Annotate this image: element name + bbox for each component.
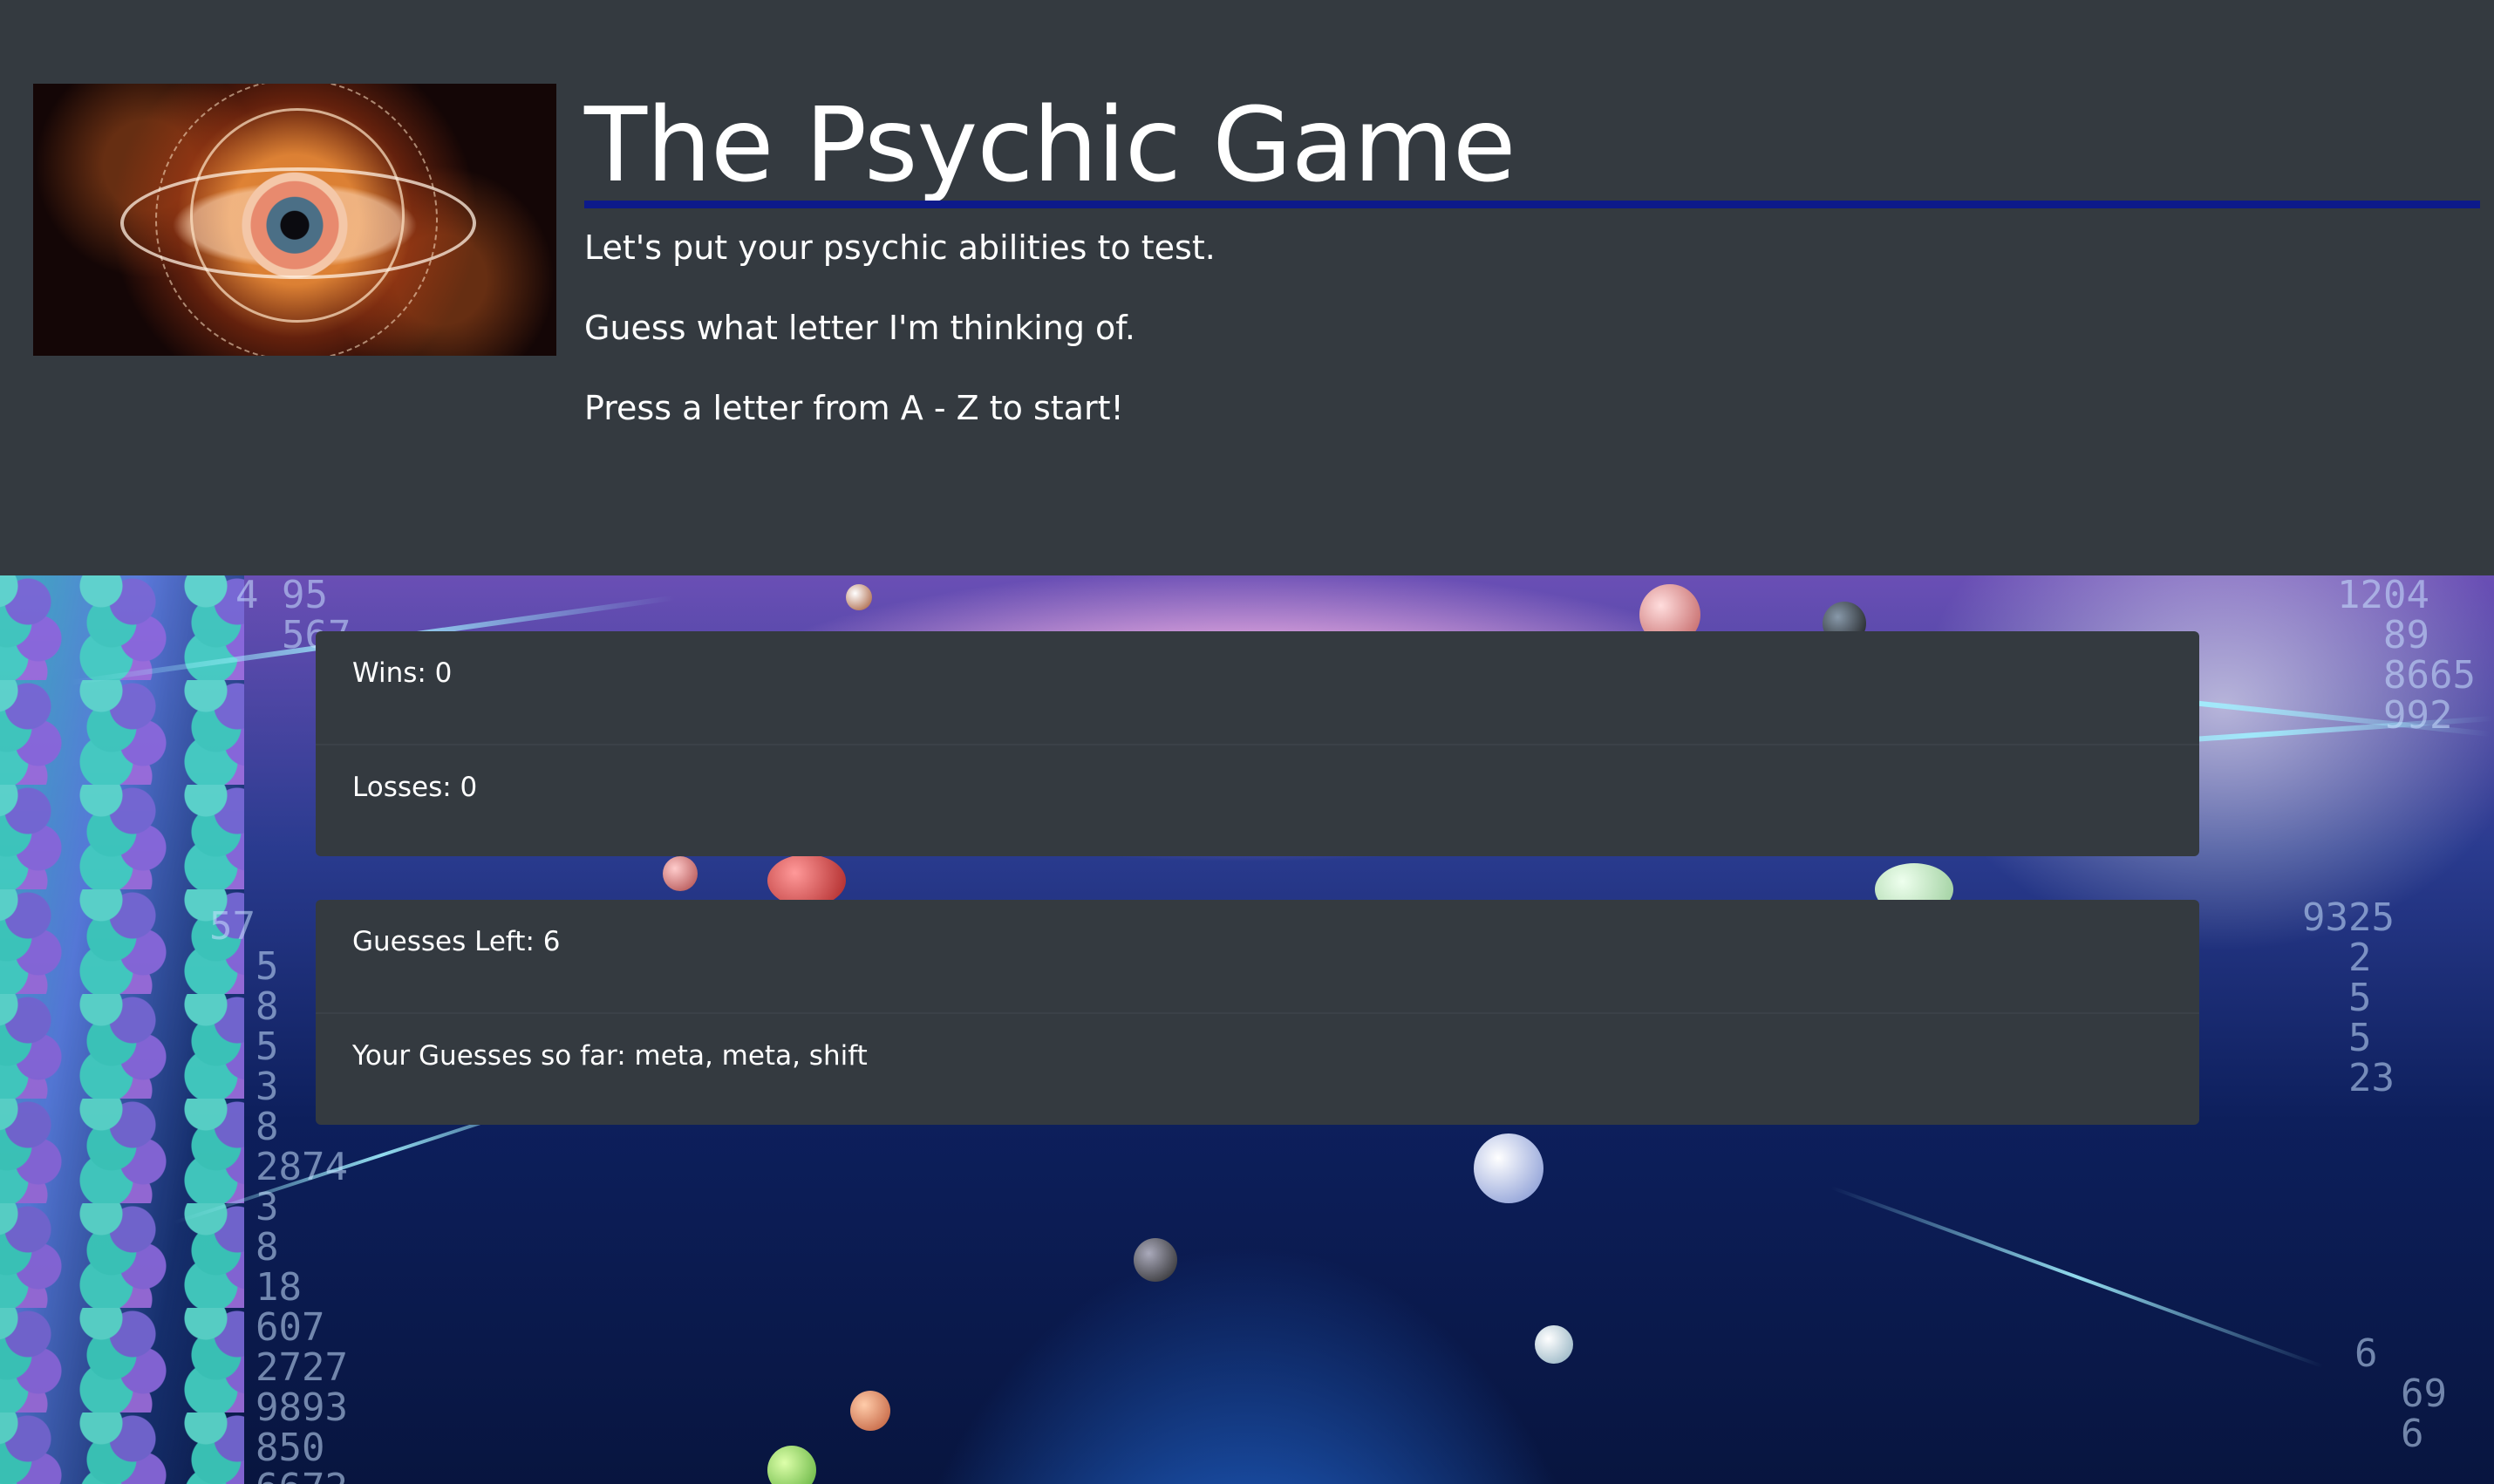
guesses-so-far-label: Your Guesses so far: meta, meta, shift [352,1040,868,1072]
intro-line-2: Guess what letter I'm thinking of. [584,309,1135,347]
dna-helix-graphic [0,575,244,1484]
guesses-so-far-row: Your Guesses so far: meta, meta, shift [316,1012,2199,1125]
title-underline [584,201,2480,208]
score-card: Wins: 0 Losses: 0 [316,631,2199,856]
intro-line-1: Let's put your psychic abilities to test… [584,228,1216,267]
guess-status-card: Guesses Left: 6 Your Guesses so far: met… [316,900,2199,1125]
guesses-left-row: Guesses Left: 6 [316,900,2199,1012]
intro-line-3: Press a letter from A - Z to start! [584,389,1124,427]
header: The Psychic Game Let's put your psychic … [0,0,2494,575]
losses-label: Losses: 0 [352,772,478,803]
wins-label: Wins: 0 [352,657,453,689]
guesses-left-label: Guesses Left: 6 [352,926,561,957]
losses-row: Losses: 0 [316,744,2199,856]
psychic-eye-logo [33,84,556,356]
wins-row: Wins: 0 [316,631,2199,744]
page-title: The Psychic Game [584,85,1516,205]
